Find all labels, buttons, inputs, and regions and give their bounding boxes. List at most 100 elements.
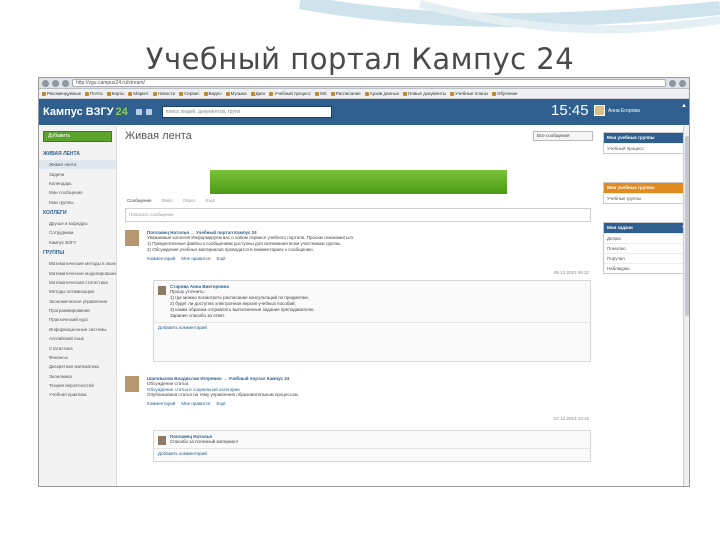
portal-logo[interactable]: Кампус ВЗГУ 24 bbox=[43, 106, 128, 118]
bookmarks-bar: Рекомендуемые Почта Карты Маркет Новости Серв… bbox=[39, 89, 689, 99]
bookmark-item[interactable]: Карты bbox=[106, 91, 124, 96]
sidebar-item[interactable]: Практический курс bbox=[39, 315, 116, 324]
bookmark-item[interactable]: Учебные планы bbox=[449, 91, 488, 96]
panel-title[interactable]: Мои задачи+ bbox=[604, 223, 688, 233]
slide-title: Учебный портал Кампус 24 bbox=[145, 42, 575, 76]
sidebar-section-title[interactable]: ЖИВАЯ ЛЕНТА bbox=[39, 148, 116, 160]
panel-row[interactable]: Учебный процесс bbox=[604, 143, 688, 153]
sidebar-item[interactable]: Математическое моделирование bbox=[39, 268, 116, 277]
comment-link[interactable]: Комментарий bbox=[147, 401, 175, 406]
bookmark-item[interactable]: Новые документы bbox=[403, 91, 446, 96]
sidebar-item[interactable]: Календарь bbox=[39, 179, 116, 188]
post-tab[interactable]: Опрос bbox=[183, 198, 196, 203]
post-tab[interactable]: Файл bbox=[162, 198, 173, 203]
menu-icon[interactable] bbox=[679, 79, 686, 87]
sidebar-item[interactable]: Экономическое управление bbox=[39, 297, 116, 306]
page-title: Живая лента bbox=[125, 130, 192, 142]
scrollbar-thumb[interactable] bbox=[685, 136, 689, 316]
bookmark-item[interactable]: Обучение bbox=[491, 91, 518, 96]
comment-avatar[interactable] bbox=[158, 436, 166, 445]
back-icon[interactable] bbox=[42, 79, 49, 87]
sidebar-item[interactable]: Теория вероятностей bbox=[39, 381, 116, 390]
scrollbar[interactable] bbox=[683, 126, 689, 486]
bookmark-item[interactable]: Маркет bbox=[128, 91, 149, 96]
sidebar-item[interactable]: Дискретная математика bbox=[39, 362, 116, 371]
add-comment-link[interactable]: Добавить комментарий bbox=[154, 448, 590, 459]
user-menu[interactable]: Анна Егорова bbox=[594, 105, 640, 116]
sidebar-item[interactable]: Экономика bbox=[39, 372, 116, 381]
sidebar-item[interactable]: Кампус ВЗГУ bbox=[39, 238, 116, 247]
sidebar-item[interactable]: Задачи bbox=[39, 169, 116, 178]
sidebar-section-title[interactable]: ГРУППЫ bbox=[39, 247, 116, 259]
sidebar-item[interactable]: Информационные системы bbox=[39, 325, 116, 334]
sidebar-item[interactable]: Математические методы в экономике bbox=[39, 259, 116, 268]
messages-icon[interactable] bbox=[145, 109, 152, 115]
bookmark-item[interactable]: MS bbox=[315, 91, 327, 96]
side-panel: Мои задачи+Делаю+Помогаю+Поручил+Наблюда… bbox=[603, 222, 689, 274]
comment-text: Спасибо за полезный материал! bbox=[170, 439, 238, 444]
folder-icon bbox=[128, 91, 133, 96]
bookmark-item[interactable]: Учебный процесс bbox=[269, 91, 311, 96]
bookmark-item[interactable]: Расписание bbox=[330, 91, 361, 96]
folder-icon bbox=[364, 91, 369, 96]
filter-dropdown[interactable]: Все сообщения bbox=[533, 131, 593, 141]
sidebar-item[interactable]: Мои сообщения bbox=[39, 188, 116, 197]
panel-title[interactable]: Мои учебные группы bbox=[604, 183, 688, 193]
folder-icon bbox=[491, 91, 496, 96]
portal-screenshot: http://vgu.campus24.ru/stream/ Рекоменду… bbox=[38, 77, 690, 487]
panel-row[interactable]: Наблюдаю+ bbox=[604, 263, 688, 273]
side-panel: Мои учебные группы Учебные группы bbox=[603, 182, 689, 204]
bookmark-item[interactable]: Новости bbox=[152, 91, 175, 96]
sidebar-item[interactable]: Математическая статистика bbox=[39, 278, 116, 287]
sidebar-item[interactable]: Финансы bbox=[39, 353, 116, 362]
bookmark-item[interactable]: Рекомендуемые bbox=[42, 91, 81, 96]
comment-avatar[interactable] bbox=[158, 286, 166, 295]
bookmark-item[interactable]: Почта bbox=[85, 91, 103, 96]
sidebar-item[interactable]: Живая лента bbox=[39, 160, 116, 170]
bookmark-item[interactable]: Видео bbox=[203, 91, 222, 96]
post-tab[interactable]: Ещё bbox=[206, 198, 215, 203]
more-link[interactable]: Ещё bbox=[216, 256, 225, 261]
folder-icon bbox=[179, 91, 184, 96]
compose-input[interactable]: Написать сообщение bbox=[125, 208, 591, 222]
panel-row[interactable]: Помогаю+ bbox=[604, 243, 688, 253]
comment-block: Поплавец Наталья Спасибо за полезный мат… bbox=[153, 430, 591, 462]
like-link[interactable]: Мне нравится bbox=[181, 256, 210, 261]
sidebar-item[interactable]: Методы оптимизации bbox=[39, 287, 116, 296]
more-link[interactable]: Ещё bbox=[216, 401, 225, 406]
sidebar-item[interactable]: Учебная практика bbox=[39, 390, 116, 399]
sidebar-item[interactable]: Мои группы bbox=[39, 198, 116, 207]
panel-row[interactable]: Учебные группы bbox=[604, 193, 688, 203]
notifications-icon[interactable] bbox=[135, 109, 142, 115]
bookmark-item[interactable]: Музыка bbox=[225, 91, 247, 96]
search-input[interactable]: поиск людей, документов, групп bbox=[161, 106, 332, 118]
folder-icon bbox=[152, 91, 157, 96]
bookmark-item[interactable]: Сервис bbox=[179, 91, 200, 96]
reload-icon[interactable] bbox=[62, 79, 69, 87]
side-panel: Мои учебные группы Учебный процесс bbox=[603, 132, 689, 154]
forward-icon[interactable] bbox=[52, 79, 59, 87]
post-date: 07.12.2013 10:15 bbox=[553, 416, 589, 421]
sidebar-item[interactable]: Английский язык bbox=[39, 334, 116, 343]
sidebar-item[interactable]: Сотрудники bbox=[39, 228, 116, 237]
panel-row[interactable]: Делаю+ bbox=[604, 233, 688, 243]
post-avatar[interactable] bbox=[125, 376, 139, 392]
comment-link[interactable]: Комментарий bbox=[147, 256, 175, 261]
sidebar-item[interactable]: Друзья и кафедры bbox=[39, 219, 116, 228]
add-button[interactable]: Добавить bbox=[43, 131, 112, 142]
bookmark-item[interactable]: Архив данных bbox=[364, 91, 399, 96]
star-icon[interactable] bbox=[669, 79, 676, 87]
like-link[interactable]: Мне нравится bbox=[181, 401, 210, 406]
post-avatar[interactable] bbox=[125, 230, 139, 246]
bookmark-item[interactable]: Диск bbox=[250, 91, 265, 96]
scroll-up-icon[interactable]: ▲ bbox=[681, 103, 687, 109]
avatar bbox=[594, 105, 605, 116]
panel-title[interactable]: Мои учебные группы bbox=[604, 133, 688, 143]
sidebar-item[interactable]: Программирование bbox=[39, 306, 116, 315]
panel-row[interactable]: Поручил+ bbox=[604, 253, 688, 263]
post-tab[interactable]: Сообщение bbox=[127, 198, 152, 203]
address-bar[interactable]: http://vgu.campus24.ru/stream/ bbox=[72, 79, 666, 87]
sidebar-section-title[interactable]: КОЛЛЕГИ bbox=[39, 207, 116, 219]
add-comment-link[interactable]: Добавить комментарий bbox=[154, 322, 590, 333]
sidebar-item[interactable]: Статистика bbox=[39, 343, 116, 352]
